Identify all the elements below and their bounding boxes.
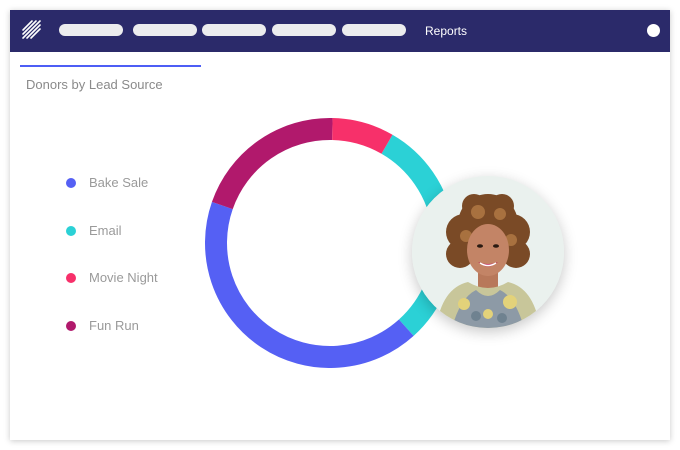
legend-swatch-bake-sale (66, 178, 76, 188)
nav-item-4[interactable] (272, 24, 336, 36)
legend-swatch-fun-run (66, 320, 76, 331)
legend-label-email: Email (89, 222, 122, 238)
top-navigation-bar: Reports (10, 10, 670, 52)
legend-label-bake-sale: Bake Sale (89, 175, 149, 190)
legend-label-fun-run: Fun Run (89, 317, 139, 333)
profile-menu-icon[interactable] (647, 24, 660, 37)
donut-slice-bake-sale[interactable] (205, 201, 414, 368)
nav-item-2[interactable] (133, 24, 197, 36)
app-window: Reports Donors by Lead Source Bake Sale … (10, 10, 670, 440)
nav-item-3[interactable] (202, 24, 266, 36)
app-logo-icon[interactable] (20, 19, 42, 41)
legend-label-movie-night: Movie Night (89, 270, 158, 285)
donut-slice-fun-run[interactable] (211, 118, 333, 210)
legend-swatch-email (66, 225, 76, 236)
nav-item-5[interactable] (342, 24, 406, 36)
panel-title: Donors by Lead Source (26, 77, 163, 92)
avatar-image (412, 176, 564, 328)
legend-swatch-movie-night (66, 273, 76, 283)
nav-item-1[interactable] (59, 24, 123, 36)
nav-item-reports[interactable]: Reports (425, 23, 467, 39)
active-tab-indicator (20, 65, 201, 67)
donut-slice-movie-night[interactable] (331, 118, 393, 154)
donor-avatar-photo (412, 176, 564, 328)
